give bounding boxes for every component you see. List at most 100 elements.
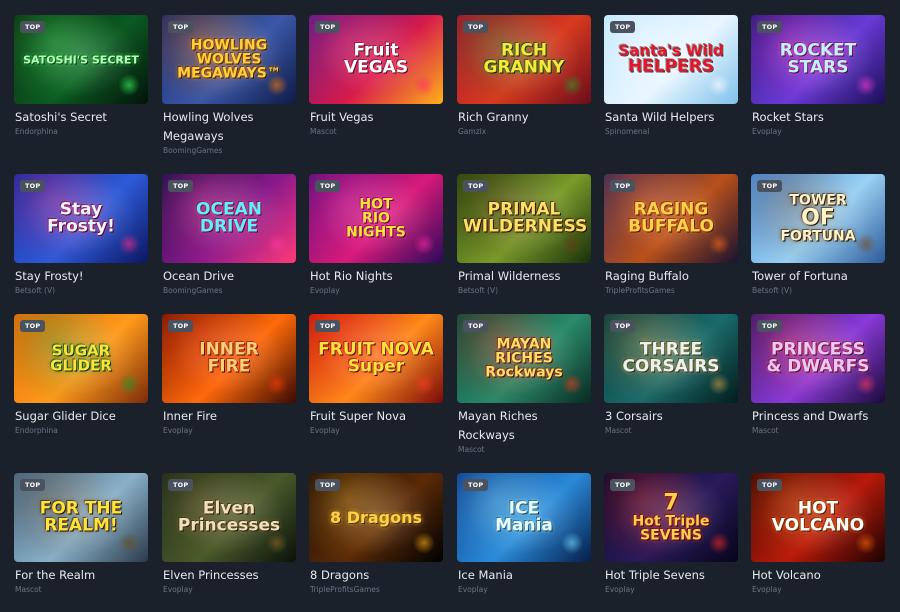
game-card[interactable]: TOP SATOSHI'S SECRET Satoshi's Secret Endor… <box>14 15 148 137</box>
game-thumbnail[interactable]: TOP ROCKET STARS <box>751 15 885 104</box>
game-card[interactable]: TOP HOT RIO NIGHTS Hot Rio Nights Evoplay <box>309 174 443 296</box>
game-thumbnail[interactable]: TOP 7 Hot Triple SEVENS <box>604 473 738 562</box>
game-thumbnail[interactable]: TOP ICE Mania <box>457 473 591 562</box>
game-logo-text: RIO <box>362 210 390 227</box>
game-thumbnail[interactable]: TOP Fruit VEGAS <box>309 15 443 104</box>
game-logo: PRIMAL WILDERNESS <box>457 200 591 236</box>
game-card[interactable]: TOP PRIMAL WILDERNESS Primal Wilderness Bets… <box>457 174 591 296</box>
game-logo: MAYAN RICHES Rockways <box>457 337 591 380</box>
game-title[interactable]: Satoshi's Secret <box>14 108 143 127</box>
game-card[interactable]: TOP ROCKET STARS Rocket Stars Evoplay <box>751 15 885 137</box>
game-title[interactable]: Howling Wolves Megaways <box>162 108 291 146</box>
game-logo-text: 7 <box>663 490 679 516</box>
game-logo-text: MEGAWAYS™ <box>177 65 281 82</box>
game-logo: FOR THE REALM! <box>14 499 148 536</box>
game-thumbnail[interactable]: TOP FRUIT NOVA Super <box>309 314 443 403</box>
game-card[interactable]: TOP MAYAN RICHES Rockways Mayan Riches Rockw… <box>457 314 591 455</box>
game-card[interactable]: TOP Santa's Wild HELPERS Santa Wild Helpers… <box>604 15 738 137</box>
game-thumbnail[interactable]: TOP Elven Princesses <box>162 473 296 562</box>
game-title[interactable]: Rich Granny <box>457 108 586 127</box>
game-thumbnail[interactable]: TOP RICH GRANNY <box>457 15 591 104</box>
game-card[interactable]: TOP 8 Dragons 8 Dragons TripleProfitsGames <box>309 473 443 595</box>
game-logo-text: SEVENS <box>640 527 702 544</box>
game-title[interactable]: Primal Wilderness <box>457 267 586 286</box>
game-title[interactable]: Ice Mania <box>457 566 586 585</box>
game-card[interactable]: TOP Elven Princesses Elven Princesses Evopla… <box>162 473 296 595</box>
game-thumbnail[interactable]: TOP HOT VOLCANO <box>751 473 885 562</box>
game-title[interactable]: Elven Princesses <box>162 566 291 585</box>
game-thumbnail[interactable]: TOP INNER FIRE <box>162 314 296 403</box>
game-title[interactable]: Rocket Stars <box>751 108 880 127</box>
game-thumbnail[interactable]: TOP HOT RIO NIGHTS <box>309 174 443 263</box>
game-card[interactable]: TOP TOWER OF FORTUNA Tower of Fortuna Betsoft… <box>751 174 885 296</box>
game-provider: Gamzix <box>458 127 487 136</box>
game-card[interactable]: TOP SUGAR GLIDER Sugar Glider Dice Endorphi… <box>14 314 148 436</box>
game-card[interactable]: TOP RICH GRANNY Rich Granny Gamzix <box>457 15 591 137</box>
game-thumbnail[interactable]: TOP SATOSHI'S SECRET <box>14 15 148 104</box>
game-logo: HOT RIO NIGHTS <box>309 197 443 240</box>
game-provider: Evoplay <box>310 426 340 435</box>
game-title[interactable]: Tower of Fortuna <box>751 267 880 286</box>
game-card[interactable]: TOP Fruit VEGAS Fruit Vegas Mascot <box>309 15 443 137</box>
game-thumbnail[interactable]: TOP 8 Dragons <box>309 473 443 562</box>
game-card[interactable]: TOP INNER FIRE Inner Fire Evoplay <box>162 314 296 436</box>
game-card[interactable]: TOP ICE Mania Ice Mania Evoplay <box>457 473 591 595</box>
game-card[interactable]: TOP PRINCESS & DWARFS Princess and Dwarfs Ma… <box>751 314 885 436</box>
game-title[interactable]: 8 Dragons <box>309 566 438 585</box>
ice-icon <box>561 532 583 554</box>
game-thumbnail[interactable]: TOP PRINCESS & DWARFS <box>751 314 885 403</box>
game-logo-text: REALM! <box>44 515 118 536</box>
game-title[interactable]: Ocean Drive <box>162 267 291 286</box>
top-badge: TOP <box>315 479 341 491</box>
game-logo: THREE CORSAIRS <box>604 340 738 376</box>
game-title[interactable]: Inner Fire <box>162 407 291 426</box>
game-card[interactable]: TOP HOT VOLCANO Hot Volcano Evoplay <box>751 473 885 595</box>
game-card[interactable]: TOP 7 Hot Triple SEVENS Hot Triple Sevens Evo… <box>604 473 738 595</box>
game-thumbnail[interactable]: TOP THREE CORSAIRS <box>604 314 738 403</box>
game-thumbnail[interactable]: TOP Santa's Wild HELPERS <box>604 15 738 104</box>
game-logo-text: FIRE <box>207 356 251 377</box>
game-title[interactable]: Fruit Super Nova <box>309 407 438 426</box>
game-card[interactable]: TOP THREE CORSAIRS 3 Corsairs Mascot <box>604 314 738 436</box>
game-provider: Mascot <box>15 585 42 594</box>
game-card[interactable]: TOP Stay Frosty! Stay Frosty! Betsoft (V) <box>14 174 148 296</box>
game-title[interactable]: For the Realm <box>14 566 143 585</box>
game-card[interactable]: TOP FRUIT NOVA Super Fruit Super Nova Evopla… <box>309 314 443 436</box>
top-badge: TOP <box>463 479 489 491</box>
elf-icon <box>266 532 288 554</box>
game-title[interactable]: Santa Wild Helpers <box>604 108 733 127</box>
game-logo: SUGAR GLIDER <box>14 343 148 374</box>
game-logo: HOWLING WOLVES MEGAWAYS™ <box>162 38 296 81</box>
game-title[interactable]: Sugar Glider Dice <box>14 407 143 426</box>
game-title[interactable]: Mayan Riches Rockways <box>457 407 586 445</box>
game-logo-text: OF <box>801 205 835 231</box>
game-logo-text: FORTUNA <box>780 228 856 245</box>
game-title[interactable]: 3 Corsairs <box>604 407 733 426</box>
game-thumbnail[interactable]: TOP MAYAN RICHES Rockways <box>457 314 591 403</box>
game-thumbnail[interactable]: TOP TOWER OF FORTUNA <box>751 174 885 263</box>
top-badge: TOP <box>463 320 489 332</box>
game-title[interactable]: Hot Triple Sevens <box>604 566 733 585</box>
game-card[interactable]: TOP OCEAN DRIVE Ocean Drive BoomingGames <box>162 174 296 296</box>
princess-icon <box>855 373 877 395</box>
game-thumbnail[interactable]: TOP PRIMAL WILDERNESS <box>457 174 591 263</box>
game-thumbnail[interactable]: TOP FOR THE REALM! <box>14 473 148 562</box>
game-title[interactable]: Hot Rio Nights <box>309 267 438 286</box>
game-title[interactable]: Stay Frosty! <box>14 267 143 286</box>
game-provider: Mascot <box>752 426 779 435</box>
game-thumbnail[interactable]: TOP RAGING BUFFALO <box>604 174 738 263</box>
game-thumbnail[interactable]: TOP SUGAR GLIDER <box>14 314 148 403</box>
game-card[interactable]: TOP RAGING BUFFALO Raging Buffalo TripleProf… <box>604 174 738 296</box>
game-card[interactable]: TOP FOR THE REALM! For the Realm Mascot <box>14 473 148 595</box>
game-card[interactable]: TOP HOWLING WOLVES MEGAWAYS™ Howling Wolves … <box>162 15 296 156</box>
top-badge: TOP <box>463 21 489 33</box>
game-thumbnail[interactable]: TOP OCEAN DRIVE <box>162 174 296 263</box>
game-thumbnail[interactable]: TOP Stay Frosty! <box>14 174 148 263</box>
game-thumbnail[interactable]: TOP HOWLING WOLVES MEGAWAYS™ <box>162 15 296 104</box>
game-title[interactable]: Raging Buffalo <box>604 267 733 286</box>
top-badge: TOP <box>463 180 489 192</box>
top-badge: TOP <box>20 320 46 332</box>
game-title[interactable]: Fruit Vegas <box>309 108 438 127</box>
game-title[interactable]: Hot Volcano <box>751 566 880 585</box>
game-title[interactable]: Princess and Dwarfs <box>751 407 880 426</box>
